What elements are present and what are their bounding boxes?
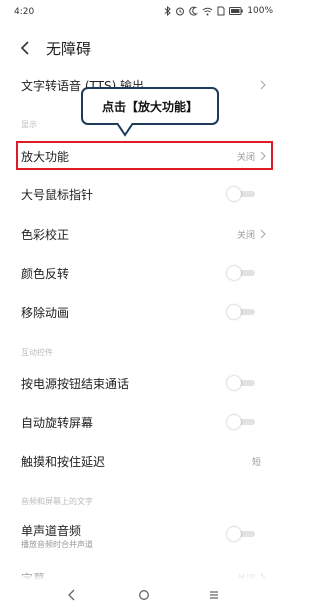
nav-back-icon[interactable] — [66, 588, 78, 602]
setting-label: 颜色反转 — [21, 267, 70, 281]
setting-label: 移除动画 — [21, 306, 70, 320]
setting-label: 自动旋转屏幕 — [21, 416, 94, 430]
setting-value: 关闭 — [236, 231, 255, 241]
setting-row-color-invert[interactable]: 颜色反转 — [0, 257, 283, 287]
do-not-disturb-icon — [189, 6, 199, 16]
scroll-fade — [0, 566, 283, 580]
setting-row-power-ends-call[interactable]: 按电源按钮结束通话 — [0, 367, 283, 397]
instruction-callout: 点击【放大功能】 — [81, 87, 219, 125]
nav-menu-icon[interactable] — [208, 589, 220, 601]
power-ends-call-toggle[interactable] — [227, 376, 257, 390]
setting-row-mono-audio[interactable]: 单声道音频 播放音频时合并声道 — [0, 516, 283, 552]
back-arrow-icon[interactable] — [16, 38, 36, 58]
setting-sublabel: 播放音频时合并声道 — [21, 540, 93, 549]
highlight-box — [16, 141, 273, 170]
mono-audio-toggle[interactable] — [227, 527, 257, 541]
bluetooth-icon — [164, 6, 172, 16]
remove-animation-toggle[interactable] — [227, 305, 257, 319]
status-time: 4:20 — [14, 7, 35, 17]
setting-label: 按电源按钮结束通话 — [21, 377, 130, 391]
status-icons: 100% — [164, 6, 273, 16]
page-header: 无障碍 — [0, 30, 283, 66]
status-bar: 4:20 100% — [0, 0, 283, 24]
section-header-interaction: 互动控件 — [21, 348, 53, 357]
battery-percentage: 100% — [247, 6, 273, 16]
setting-label: 单声道音频 — [21, 524, 82, 538]
setting-row-large-cursor[interactable]: 大号鼠标指针 — [0, 178, 283, 208]
system-nav-bar — [0, 580, 283, 610]
color-invert-toggle[interactable] — [227, 266, 257, 280]
setting-row-auto-rotate[interactable]: 自动旋转屏幕 — [0, 406, 283, 436]
wifi-icon — [202, 7, 213, 15]
setting-row-touch-hold-delay[interactable]: 触摸和按住延迟 短 — [0, 445, 283, 475]
section-header-display: 显示 — [21, 120, 37, 129]
alarm-icon — [176, 7, 185, 16]
chevron-right-icon — [260, 80, 266, 90]
setting-label: 大号鼠标指针 — [21, 188, 94, 202]
setting-value: 短 — [251, 458, 261, 468]
battery-icon — [229, 7, 243, 15]
auto-rotate-toggle[interactable] — [227, 415, 257, 429]
chevron-right-icon — [260, 229, 266, 239]
page-title: 无障碍 — [46, 40, 92, 58]
large-cursor-toggle[interactable] — [227, 187, 257, 201]
setting-row-color-correction[interactable]: 色彩校正 关闭 — [0, 218, 283, 248]
callout-text: 点击【放大功能】 — [101, 100, 198, 114]
setting-label: 触摸和按住延迟 — [21, 455, 106, 469]
section-header-audio-text: 音频和屏幕上的文字 — [21, 497, 93, 506]
setting-row-remove-animation[interactable]: 移除动画 — [0, 296, 283, 326]
setting-label: 色彩校正 — [21, 228, 70, 242]
nav-home-icon[interactable] — [138, 589, 150, 601]
callout-pointer — [116, 123, 134, 137]
sim-card-icon — [217, 6, 225, 16]
